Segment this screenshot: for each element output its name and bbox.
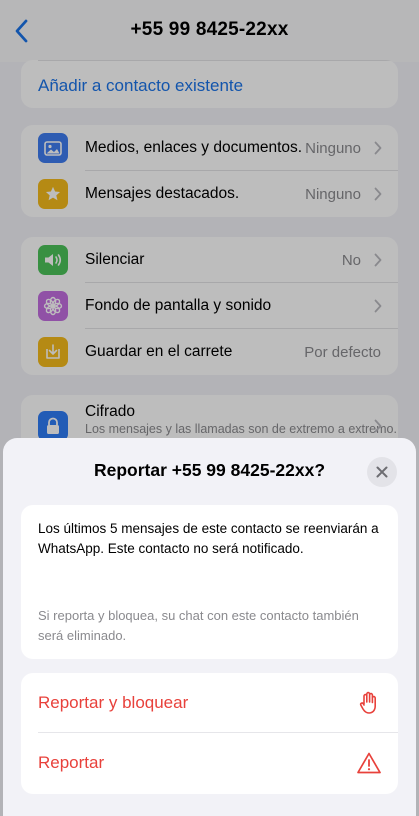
report-button[interactable]: Reportar xyxy=(21,733,398,794)
action-label: Reportar xyxy=(38,753,105,772)
report-and-block-button[interactable]: Reportar y bloquear xyxy=(21,673,398,733)
close-icon xyxy=(376,466,388,478)
report-info-text: Los últimos 5 mensajes de este contacto … xyxy=(38,521,379,556)
warning-icon xyxy=(356,750,382,776)
hand-stop-icon xyxy=(356,690,382,716)
close-button[interactable] xyxy=(367,457,397,487)
report-block-note: Si reporta y bloquea, su chat con este c… xyxy=(38,608,359,643)
report-actions: Reportar y bloquear Reportar xyxy=(21,673,398,794)
report-info-card: Los últimos 5 mensajes de este contacto … xyxy=(21,505,398,659)
chat-info-screen: +55 99 8425-22xx Añadir a contacto exist… xyxy=(0,0,419,816)
report-sheet: Reportar +55 99 8425-22xx? Los últimos 5… xyxy=(3,438,416,816)
sheet-title: Reportar +55 99 8425-22xx? xyxy=(93,460,326,480)
action-label: Reportar y bloquear xyxy=(38,693,189,712)
